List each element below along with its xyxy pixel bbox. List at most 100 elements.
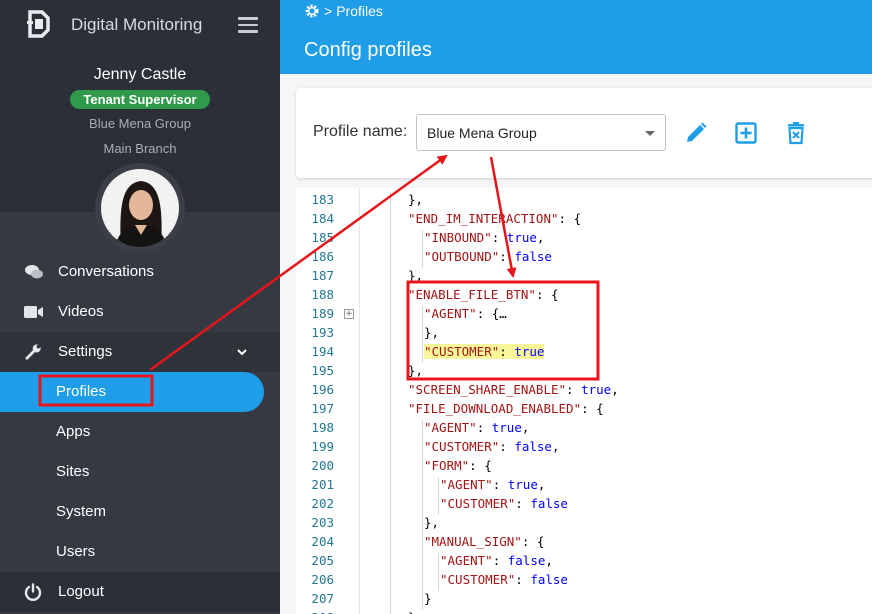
code-line[interactable]: 197 "FILE_DOWNLOAD_ENABLED": { <box>296 401 872 420</box>
profile-name-select[interactable]: Blue Mena Group <box>416 114 666 151</box>
code-line[interactable]: 186 "OUTBOUND": false <box>296 249 872 268</box>
avatar[interactable] <box>95 163 185 253</box>
sidebar-item-apps[interactable]: Apps <box>0 412 280 452</box>
menu-icon[interactable] <box>238 17 258 33</box>
breadcrumb: > Profiles <box>304 3 383 19</box>
code-token: "OUTBOUND" <box>424 249 500 264</box>
json-editor[interactable]: 183}, 184 "END_IM_INTERACTION": {185 "INBOU… <box>296 188 872 614</box>
code-token: "FILE_DOWNLOAD_ENABLED" <box>408 401 582 416</box>
code-token: true <box>581 382 612 397</box>
line-number: 205 <box>311 553 334 568</box>
code-token: , <box>611 382 619 397</box>
line-number: 189 <box>311 306 334 321</box>
code-line[interactable]: 189 + "AGENT": {… <box>296 306 872 325</box>
line-number: 195 <box>311 363 334 378</box>
sidebar-item-profiles[interactable]: Profiles <box>0 372 280 412</box>
code-line[interactable]: 208}, <box>296 610 872 614</box>
code-token: : <box>515 572 531 587</box>
line-number: 196 <box>311 382 334 397</box>
code-token: : <box>492 553 508 568</box>
code-line[interactable]: 188 "ENABLE_FILE_BTN": { <box>296 287 872 306</box>
sidebar-item-settings[interactable]: Settings <box>0 332 280 372</box>
code-text: "CUSTOMER": false <box>440 572 568 587</box>
code-line[interactable]: 199 "CUSTOMER": false, <box>296 439 872 458</box>
sidebar-item-label: System <box>56 503 107 520</box>
code-line[interactable]: 205 "AGENT": false, <box>296 553 872 572</box>
code-token: : <box>492 477 508 492</box>
code-line[interactable]: 193}, <box>296 325 872 344</box>
line-number: 201 <box>311 477 334 492</box>
code-token: }, <box>408 192 424 207</box>
code-token: "CUSTOMER" <box>424 344 500 359</box>
sidebar-item-sites[interactable]: Sites <box>0 452 280 492</box>
code-line[interactable]: 201 "AGENT": true, <box>296 477 872 496</box>
edit-pencil-icon[interactable] <box>684 121 708 145</box>
sidebar-item-videos[interactable]: Videos <box>0 292 280 332</box>
line-number: 203 <box>311 515 334 530</box>
page-title: Config profiles <box>304 39 432 61</box>
sidebar-item-label: Apps <box>56 423 91 440</box>
code-line[interactable]: 207} <box>296 591 872 610</box>
code-text: "AGENT": true, <box>440 477 545 492</box>
code-line[interactable]: 185 "INBOUND": true, <box>296 230 872 249</box>
code-line[interactable]: 183}, <box>296 192 872 211</box>
sidebar-item-conversations[interactable]: Conversations <box>0 252 280 292</box>
code-text: }, <box>408 363 423 378</box>
brand[interactable]: Digital Monitoring <box>26 8 202 40</box>
code-token: : { <box>581 401 604 416</box>
code-token: }, <box>408 610 423 614</box>
code-line[interactable]: 204 "MANUAL_SIGN": { <box>296 534 872 553</box>
power-icon <box>24 583 42 601</box>
sidebar-item-label: Sites <box>56 463 90 480</box>
sidebar-item-users[interactable]: Users <box>0 532 280 572</box>
code-token: false <box>507 553 546 568</box>
profile-name-value: Blue Mena Group <box>427 125 537 141</box>
chevron-down-icon[interactable] <box>236 346 248 358</box>
chat-icon <box>25 265 43 279</box>
sidebar-item-label: Settings <box>58 343 113 360</box>
code-line[interactable]: 198 "AGENT": true, <box>296 420 872 439</box>
line-number: 188 <box>311 287 334 302</box>
code-token: false <box>530 496 568 511</box>
code-token: , <box>536 230 545 245</box>
code-text: "CUSTOMER": false <box>440 496 568 511</box>
line-number: 206 <box>311 572 334 587</box>
sidebar-item-system[interactable]: System <box>0 492 280 532</box>
code-line[interactable]: 195}, <box>296 363 872 382</box>
code-text: "AGENT": {… <box>424 306 507 321</box>
code-line[interactable]: 184 "END_IM_INTERACTION": { <box>296 211 872 230</box>
line-number: 208 <box>296 610 334 614</box>
code-line[interactable]: 203}, <box>296 515 872 534</box>
code-line[interactable]: 200 "FORM": { <box>296 458 872 477</box>
delete-icon[interactable] <box>784 121 808 145</box>
code-token: : <box>515 496 531 511</box>
code-token: : { <box>521 534 545 549</box>
code-token: "MANUAL_SIGN" <box>424 534 522 549</box>
code-token: "CUSTOMER" <box>440 496 516 511</box>
code-token: "AGENT" <box>440 477 493 492</box>
code-line[interactable]: 206 "CUSTOMER": false <box>296 572 872 591</box>
code-token: }, <box>408 363 424 378</box>
code-token: : { <box>535 287 559 302</box>
sidebar-item-label: Logout <box>58 583 104 600</box>
fold-expand-icon[interactable]: + <box>344 309 354 319</box>
code-line[interactable]: 196 "SCREEN_SHARE_ENABLE": true, <box>296 382 872 401</box>
gear-icon[interactable] <box>304 3 320 19</box>
sidebar: Digital Monitoring Jenny Castle Tenant S… <box>0 0 280 614</box>
code-line[interactable]: 194 "CUSTOMER": true <box>296 344 872 363</box>
breadcrumb-item[interactable]: Profiles <box>336 3 383 19</box>
code-token: "FORM" <box>424 458 470 473</box>
code-line[interactable]: 187}, <box>296 268 872 287</box>
add-box-icon[interactable] <box>734 121 758 145</box>
code-token: }, <box>408 268 424 283</box>
code-text: "SCREEN_SHARE_ENABLE": true, <box>408 382 619 397</box>
code-token: : <box>491 230 507 245</box>
line-number: 193 <box>311 325 334 340</box>
sidebar-item-logout[interactable]: Logout <box>0 572 280 612</box>
wrench-icon <box>25 344 41 360</box>
code-text: "AGENT": false, <box>440 553 553 568</box>
code-text: "CUSTOMER": true <box>424 344 545 359</box>
code-token: "CUSTOMER" <box>440 572 516 587</box>
code-line[interactable]: 202 "CUSTOMER": false <box>296 496 872 515</box>
code-token: false <box>514 439 552 454</box>
